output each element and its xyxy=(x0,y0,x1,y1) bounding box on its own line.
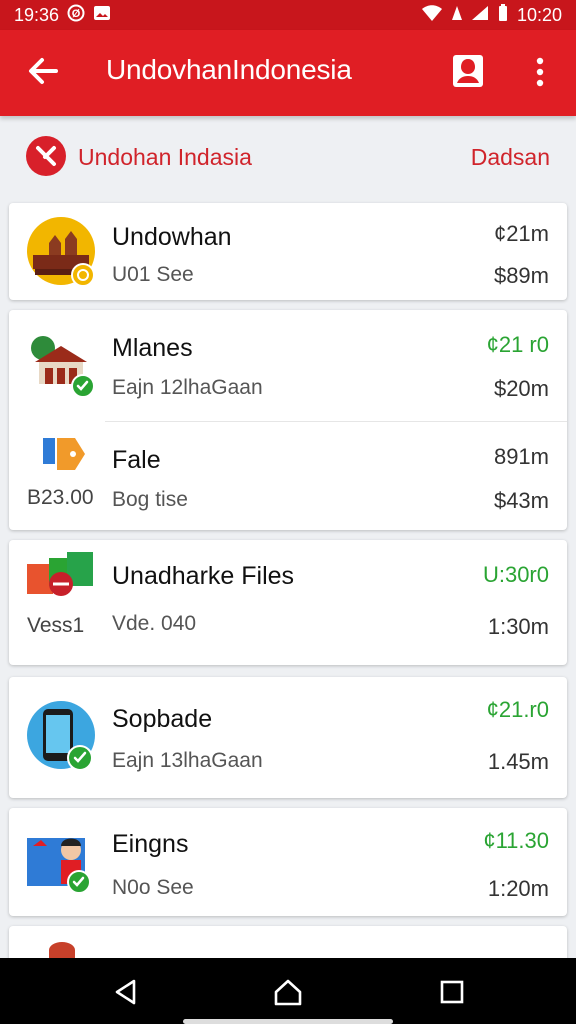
item-top-value: ¢21 r0 xyxy=(486,332,549,357)
item-title: Mlanes xyxy=(112,334,193,362)
nav-recent-button[interactable] xyxy=(436,976,468,1008)
list-item[interactable]: Undowhan U01 See ¢21m $89m xyxy=(9,203,567,300)
status-left: 19:36 Ø xyxy=(14,4,111,27)
section-title: Undohan Indasia xyxy=(78,144,252,170)
list-item[interactable]: Mlanes Eajn 12lhaGaan ¢21 r0 $20m xyxy=(9,310,567,422)
item-title: Fale xyxy=(112,446,161,474)
more-vert-icon xyxy=(536,57,544,87)
signal-icon xyxy=(471,5,489,26)
wifi-icon xyxy=(421,4,443,27)
item-left-label: Vess1 xyxy=(27,614,85,637)
item-bottom-value: 1:20m xyxy=(487,876,549,901)
item-title: Undowhan xyxy=(112,223,232,251)
item-subtitle: Vde. 040 xyxy=(112,612,197,635)
list-card: Vess1 Unadharke Files Vde. 040 U:30r0 1:… xyxy=(9,540,567,665)
list-card: Sopbade Eajn 13lhaGaan ¢21.r0 1.45m xyxy=(9,677,567,798)
image-icon xyxy=(93,5,111,26)
triangle-back-icon xyxy=(115,979,136,1005)
section-header: Undohan Indasia Dadsan xyxy=(0,116,576,202)
nav-home-button[interactable] xyxy=(272,976,304,1008)
navigation-bar xyxy=(0,958,576,1024)
item-subtitle: U01 See xyxy=(112,263,194,286)
list-item[interactable]: Sopbade Eajn 13lhaGaan ¢21.r0 1.45m xyxy=(9,677,567,798)
item-left-label: B23.00 xyxy=(27,486,94,509)
home-icon xyxy=(274,979,302,1006)
nav-back-button[interactable] xyxy=(110,976,142,1008)
partial-item-icon xyxy=(49,942,75,958)
item-subtitle: Eajn 13lhaGaan xyxy=(112,749,263,772)
item-title: Sopbade xyxy=(112,705,213,733)
app-title: UndovhanIndonesia xyxy=(106,54,352,85)
item-bottom-value: 1.45m xyxy=(487,749,549,774)
more-button[interactable] xyxy=(530,55,550,89)
files-icon xyxy=(27,550,95,618)
list-item[interactable]: B23.00 Fale Bog tise 891m $43m xyxy=(9,422,567,530)
brand-logo-icon xyxy=(26,136,66,176)
item-bottom-value: $20m xyxy=(493,376,549,401)
green-badge-icon xyxy=(67,870,91,894)
smartphone-icon xyxy=(27,701,95,771)
profile-icon xyxy=(453,55,483,87)
item-bottom-value: $89m xyxy=(493,263,549,288)
item-bottom-value: 1:30m xyxy=(487,614,549,639)
item-top-value: ¢11.30 xyxy=(483,828,549,853)
status-right: 10:20 xyxy=(421,3,562,27)
back-button[interactable] xyxy=(26,54,60,88)
temple-icon xyxy=(27,217,95,287)
item-subtitle: Eajn 12lhaGaan xyxy=(112,376,263,399)
arrow-left-icon xyxy=(29,58,58,84)
item-top-value: 891m xyxy=(493,444,549,469)
list-item[interactable]: Eingns N0o See ¢11.30 1:20m xyxy=(9,808,567,916)
gold-badge-icon xyxy=(71,263,95,287)
heritage-building-icon xyxy=(27,328,95,398)
app-bar: UndovhanIndonesia xyxy=(0,30,576,116)
profile-button[interactable] xyxy=(451,53,485,89)
home-indicator xyxy=(183,1019,393,1024)
alert-triangle-icon xyxy=(451,5,463,26)
list-item[interactable]: Vess1 Unadharke Files Vde. 040 U:30r0 1:… xyxy=(9,540,567,665)
item-subtitle: Bog tise xyxy=(112,488,188,511)
item-title: Eingns xyxy=(112,830,189,858)
status-clock: 10:20 xyxy=(516,4,562,25)
item-bottom-value: $43m xyxy=(493,488,549,513)
item-top-value: U:30r0 xyxy=(482,562,549,587)
alert-icon: Ø xyxy=(67,4,85,27)
status-time: 19:36 xyxy=(14,4,60,25)
square-recent-icon xyxy=(440,980,464,1004)
item-title: Unadharke Files xyxy=(112,562,295,590)
list-card: Eingns N0o See ¢11.30 1:20m xyxy=(9,808,567,916)
svg-text:Ø: Ø xyxy=(72,8,81,20)
item-subtitle: N0o See xyxy=(112,876,194,899)
section-action-button[interactable]: Dadsan xyxy=(471,144,550,171)
green-badge-icon xyxy=(71,374,95,398)
status-bar: 19:36 Ø 10:20 xyxy=(0,0,576,30)
list-card: Mlanes Eajn 12lhaGaan ¢21 r0 $20m B23.00… xyxy=(9,310,567,530)
item-top-value: ¢21.r0 xyxy=(486,697,549,722)
item-top-value: ¢21m xyxy=(493,221,549,246)
green-badge-icon xyxy=(67,745,93,771)
list-card: Undowhan U01 See ¢21m $89m xyxy=(9,203,567,300)
poster-icon xyxy=(27,826,95,894)
battery-icon xyxy=(497,3,509,27)
